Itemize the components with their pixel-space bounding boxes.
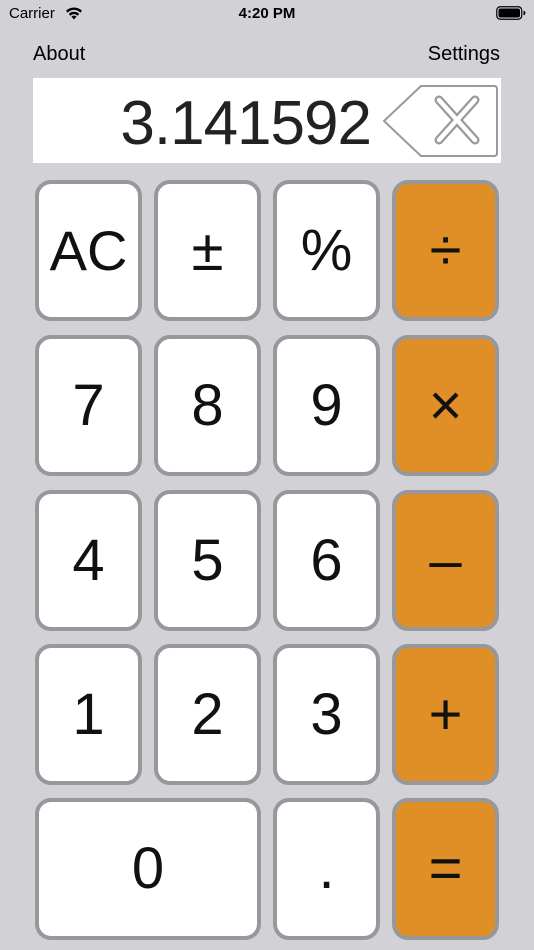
percent-label: % <box>300 217 353 283</box>
digit-8-label: 8 <box>191 372 224 438</box>
divide-label: ÷ <box>429 217 462 283</box>
subtract-label: – <box>429 527 462 593</box>
decimal-label: . <box>318 836 335 901</box>
digit-3-button[interactable]: 3 <box>273 644 380 785</box>
digit-0-button[interactable]: 0 <box>35 798 261 940</box>
digit-1-label: 1 <box>72 681 105 747</box>
multiply-button[interactable]: × <box>392 335 499 476</box>
equals-button[interactable]: = <box>392 798 499 940</box>
plus-minus-label: ± <box>191 217 224 283</box>
battery-icon <box>496 6 526 20</box>
multiply-label: × <box>428 372 463 438</box>
clear-button[interactable]: AC <box>35 180 142 321</box>
digit-9-label: 9 <box>310 372 343 438</box>
backspace-icon <box>383 85 498 157</box>
add-label: + <box>428 681 463 747</box>
digit-4-label: 4 <box>72 527 105 593</box>
clear-label: AC <box>49 218 128 282</box>
digit-6-button[interactable]: 6 <box>273 490 380 631</box>
digit-7-label: 7 <box>72 372 105 438</box>
about-link[interactable]: About <box>33 43 85 66</box>
status-time: 4:20 PM <box>238 5 296 22</box>
digit-4-button[interactable]: 4 <box>35 490 142 631</box>
digit-3-label: 3 <box>310 681 343 747</box>
percent-button[interactable]: % <box>273 180 380 321</box>
digit-5-button[interactable]: 5 <box>154 490 261 631</box>
settings-link[interactable]: Settings <box>428 43 500 66</box>
digit-6-label: 6 <box>310 527 343 593</box>
digit-2-label: 2 <box>191 681 224 747</box>
digit-7-button[interactable]: 7 <box>35 335 142 476</box>
calculator-display: 3.141592 <box>33 78 501 163</box>
status-bar: Carrier 4:20 PM <box>0 0 534 30</box>
digit-1-button[interactable]: 1 <box>35 644 142 785</box>
decimal-button[interactable]: . <box>273 798 380 940</box>
digit-8-button[interactable]: 8 <box>154 335 261 476</box>
subtract-button[interactable]: – <box>392 490 499 631</box>
divide-button[interactable]: ÷ <box>392 180 499 321</box>
digit-5-label: 5 <box>191 527 224 593</box>
add-button[interactable]: + <box>392 644 499 785</box>
plus-minus-button[interactable]: ± <box>154 180 261 321</box>
digit-9-button[interactable]: 9 <box>273 335 380 476</box>
digit-0-label: 0 <box>131 836 165 901</box>
backspace-button[interactable] <box>381 82 501 160</box>
display-value: 3.141592 <box>120 89 372 158</box>
digit-2-button[interactable]: 2 <box>154 644 261 785</box>
equals-label: = <box>428 836 463 901</box>
